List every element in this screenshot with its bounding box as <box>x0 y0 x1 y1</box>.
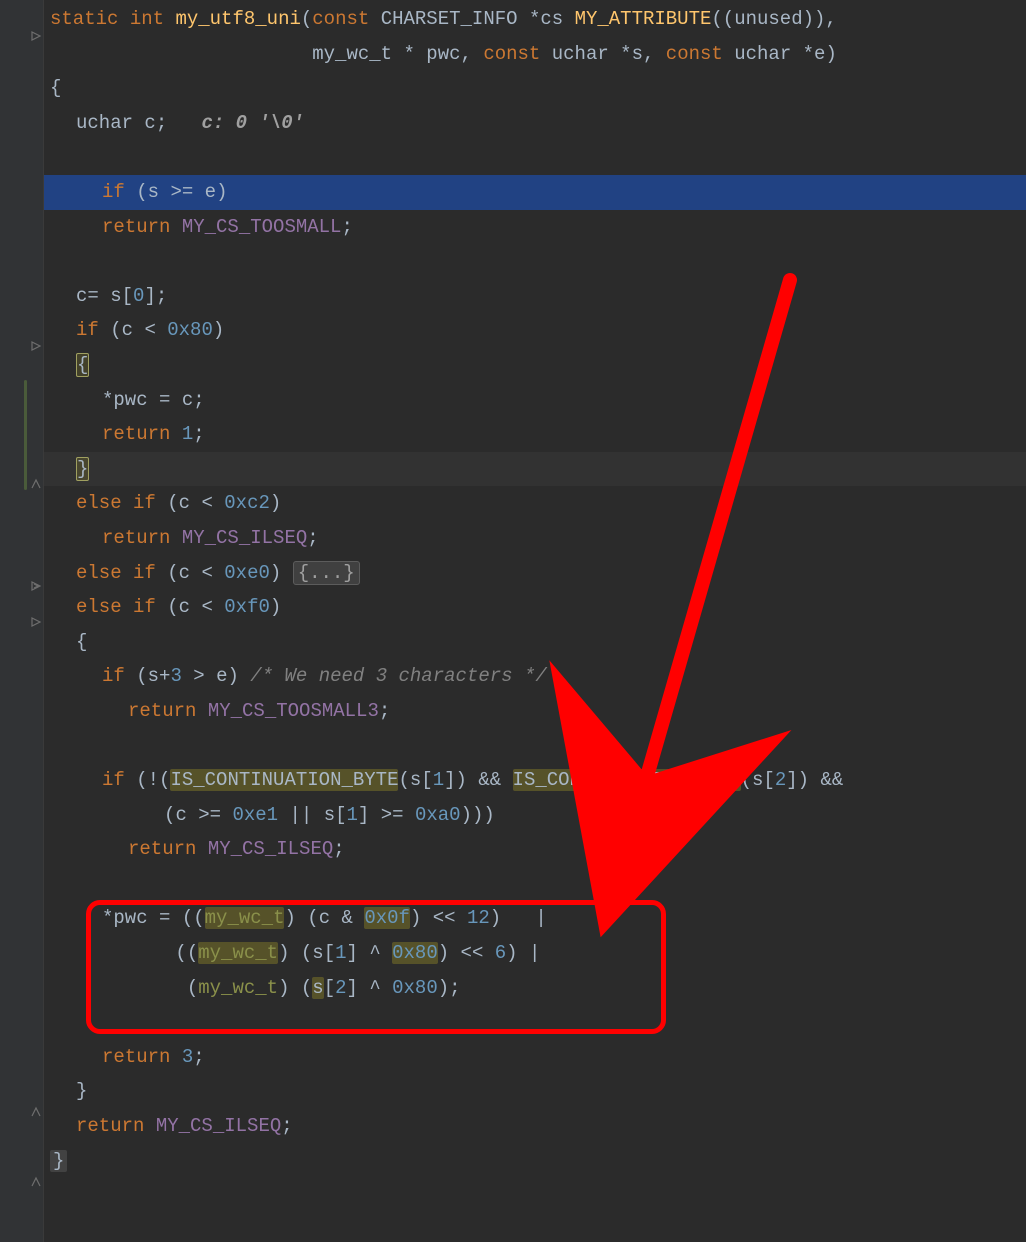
blank-line <box>50 140 1026 175</box>
code-line: *pwc = c; <box>50 383 1026 418</box>
code-line: else if (c < 0xf0) <box>50 590 1026 625</box>
code-line: *pwc = ((my_wc_t) (c & 0x0f) << 12) | <box>50 901 1026 936</box>
folded-region[interactable]: {...} <box>293 561 360 585</box>
code-editor: static int my_utf8_uni(const CHARSET_INF… <box>0 0 1026 1242</box>
fold-end-icon[interactable] <box>30 478 42 490</box>
blank-line <box>50 244 1026 279</box>
gutter <box>0 0 44 1242</box>
code-line: else if (c < 0xc2) <box>50 486 1026 521</box>
code-line: return MY_CS_TOOSMALL3; <box>50 694 1026 729</box>
code-line: { <box>50 625 1026 660</box>
code-line: if (s+3 > e) /* We need 3 characters */ <box>50 659 1026 694</box>
code-line: static int my_utf8_uni(const CHARSET_INF… <box>50 2 1026 37</box>
code-content[interactable]: static int my_utf8_uni(const CHARSET_INF… <box>44 0 1026 1242</box>
blank-line <box>50 1005 1026 1040</box>
fold-toggle-icon[interactable] <box>30 30 42 42</box>
code-line: return 1; <box>50 417 1026 452</box>
code-line: (c >= 0xe1 || s[1] >= 0xa0))) <box>50 798 1026 833</box>
code-line: else if (c < 0xe0) {...} <box>50 556 1026 591</box>
code-line: } <box>50 1074 1026 1109</box>
fold-end-icon[interactable] <box>30 1176 42 1188</box>
code-line: return MY_CS_ILSEQ; <box>50 1109 1026 1144</box>
code-line: { <box>50 348 1026 383</box>
code-line: my_wc_t * pwc, const uchar *s, const uch… <box>50 37 1026 72</box>
code-line: { <box>50 71 1026 106</box>
fold-collapsed-icon[interactable] <box>30 580 42 592</box>
code-line: return MY_CS_ILSEQ; <box>50 521 1026 556</box>
fold-toggle-icon[interactable] <box>30 340 42 352</box>
blank-line <box>50 728 1026 763</box>
code-line: c= s[0]; <box>50 279 1026 314</box>
code-line: return 3; <box>50 1040 1026 1075</box>
code-line: uchar c; c: 0 '\0' <box>50 106 1026 141</box>
code-line: return MY_CS_TOOSMALL; <box>50 210 1026 245</box>
code-line: if (!(IS_CONTINUATION_BYTE(s[1]) && IS_C… <box>50 763 1026 798</box>
selected-line: if (s >= e) <box>50 175 1026 210</box>
code-line: } <box>50 1144 1026 1179</box>
fold-toggle-icon[interactable] <box>30 616 42 628</box>
caret-line: } <box>50 452 1026 487</box>
code-line: (my_wc_t) (s[2] ^ 0x80); <box>50 971 1026 1006</box>
code-line: ((my_wc_t) (s[1] ^ 0x80) << 6) | <box>50 936 1026 971</box>
fold-end-icon[interactable] <box>30 1106 42 1118</box>
code-line: if (c < 0x80) <box>50 313 1026 348</box>
blank-line <box>50 867 1026 902</box>
change-marker <box>24 380 27 490</box>
code-line: return MY_CS_ILSEQ; <box>50 832 1026 867</box>
